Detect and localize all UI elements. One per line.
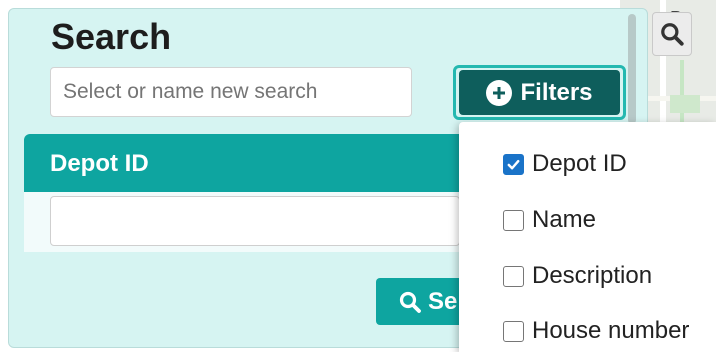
filter-option-description[interactable]: Description [503,262,652,290]
filter-option-name[interactable]: Name [503,206,596,234]
checkbox-checked-icon[interactable] [503,153,524,175]
map-search-button[interactable] [652,12,692,56]
search-icon [399,291,421,313]
search-icon [661,23,684,46]
filters-dropdown: Depot ID Name Description House number [459,122,716,352]
map-park [670,95,700,113]
filter-option-depot-id[interactable]: Depot ID [503,150,627,178]
filter-option-label: House number [532,317,690,344]
filters-button[interactable]: Filters [459,70,620,115]
checkbox-icon[interactable] [503,320,524,342]
checkbox-icon[interactable] [503,265,524,287]
filter-option-house-number[interactable]: House number [503,317,689,345]
filter-option-label: Description [532,262,653,289]
search-button[interactable]: Se [376,278,466,325]
checkbox-icon[interactable] [503,209,524,231]
plus-circle-icon [486,79,513,106]
depot-id-field-header: Depot ID [24,134,464,192]
search-button-label: Se [428,287,458,315]
panel-scrollbar[interactable] [628,14,636,124]
filter-option-label: Depot ID [532,150,627,177]
depot-id-input[interactable] [50,196,460,246]
search-name-input[interactable] [50,67,412,117]
filter-option-label: Name [532,206,597,233]
filters-button-label: Filters [520,78,593,106]
panel-title: Search [51,16,172,57]
